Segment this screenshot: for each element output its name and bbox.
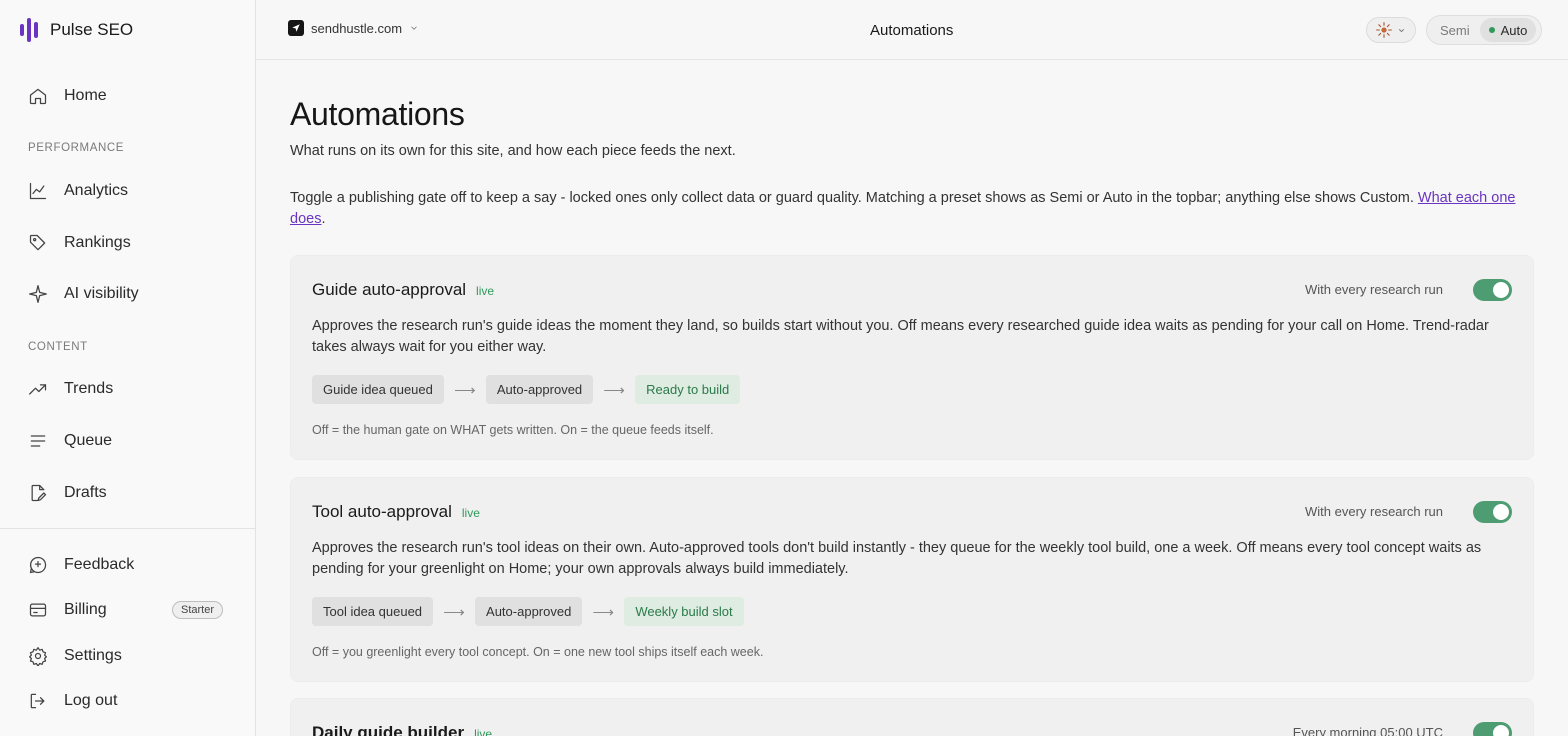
card-description: Approves the research run's guide ideas … [312, 318, 1489, 355]
flow-step: Tool idea queued [312, 597, 434, 626]
section-label-performance: PERFORMANCE [28, 142, 125, 154]
sidebar-item-label: Drafts [64, 484, 107, 501]
card-title: Tool auto-approval live [312, 502, 480, 522]
sidebar-item-settings[interactable]: Settings [28, 642, 122, 670]
sidebar-item-home[interactable]: Home [28, 82, 107, 110]
sidebar-item-label: Log out [64, 692, 118, 709]
card-footnote: Off = you greenlight every tool concept.… [312, 645, 764, 659]
card-schedule: With every research run [1305, 282, 1443, 297]
sidebar-item-label: Trends [64, 380, 114, 397]
mode-option-auto[interactable]: Auto [1479, 18, 1537, 42]
topbar: sendhustle.com Automations Semi Auto [256, 0, 1568, 60]
sidebar-item-billing[interactable]: Billing [28, 596, 107, 624]
flow-steps: Tool idea queued ⟶ Auto-approved ⟶ Weekl… [312, 597, 744, 626]
arrow-right-icon: ⟶ [454, 381, 476, 399]
page-note-text: Toggle a publishing gate off to keep a s… [290, 190, 1418, 206]
flow-step: Auto-approved [475, 597, 583, 626]
sun-icon [1376, 22, 1392, 38]
plan-badge: Starter [172, 601, 224, 619]
page-title: Automations [290, 96, 465, 132]
sidebar-item-label: AI visibility [64, 285, 139, 302]
section-label-content: CONTENT [28, 341, 88, 353]
sidebar-item-label: Rankings [64, 234, 131, 251]
flow-steps: Guide idea queued ⟶ Auto-approved ⟶ Read… [312, 375, 741, 404]
automation-card-daily-guide-builder: Daily guide builder live Every morning 0… [290, 698, 1534, 736]
sidebar-item-drafts[interactable]: Drafts [28, 479, 107, 507]
sidebar-item-analytics[interactable]: Analytics [28, 177, 128, 205]
mode-option-semi[interactable]: Semi [1430, 23, 1480, 38]
page-subtitle: What runs on its own for this site, and … [290, 143, 736, 159]
arrow-right-icon: ⟶ [592, 603, 615, 621]
sidebar-item-logout[interactable]: Log out [28, 687, 117, 715]
mode-option-label: Auto [1500, 22, 1528, 38]
card-description: Approves the research run's tool ideas o… [312, 540, 1482, 577]
card-title-text: Daily guide builder [312, 723, 465, 736]
flow-step-final: Ready to build [635, 375, 741, 404]
card-title-text: Guide auto-approval [312, 280, 467, 299]
trend-up-icon [29, 384, 47, 395]
sidebar-item-label: Settings [64, 647, 122, 664]
list-icon [30, 435, 46, 447]
automation-card-tool-auto-approval: Tool auto-approval live With every resea… [290, 477, 1534, 682]
card-title-text: Tool auto-approval [312, 502, 452, 521]
sidebar-item-label: Feedback [64, 556, 135, 573]
chart-line-icon [29, 182, 47, 200]
card-title: Daily guide builder live [312, 723, 492, 736]
guide-auto-approval-toggle[interactable] [1473, 279, 1512, 301]
sidebar-item-label: Queue [64, 432, 113, 449]
sidebar: Pulse SEO Home PERFORMANCE Analytics Ran… [0, 0, 256, 736]
automation-card-guide-auto-approval: Guide auto-approval live With every rese… [290, 255, 1534, 460]
sidebar-item-label: Analytics [64, 182, 129, 199]
card-icon [29, 603, 47, 617]
flow-step: Guide idea queued [312, 375, 444, 404]
sidebar-item-label: Home [64, 87, 107, 104]
card-title: Guide auto-approval live [312, 280, 494, 300]
sidebar-divider [0, 528, 256, 529]
active-dot-icon [1488, 27, 1495, 33]
sidebar-item-rankings[interactable]: Rankings [28, 229, 131, 257]
gear-icon [29, 647, 47, 666]
arrow-right-icon: ⟶ [443, 603, 465, 621]
sidebar-item-ai-visibility[interactable]: AI visibility [28, 280, 139, 308]
daily-guide-builder-toggle[interactable] [1473, 722, 1512, 736]
flow-step-final: Weekly build slot [624, 597, 744, 626]
tag-icon [29, 234, 46, 251]
topbar-title: Automations [870, 22, 954, 39]
sidebar-item-queue[interactable]: Queue [28, 427, 112, 455]
live-badge: live [476, 284, 495, 298]
feedback-icon [29, 556, 47, 574]
card-schedule: With every research run [1305, 504, 1443, 519]
logo-icon [20, 18, 38, 42]
brand[interactable]: Pulse SEO [20, 16, 133, 44]
app-name: Pulse SEO [50, 20, 134, 39]
chevron-down-icon [411, 26, 417, 30]
sidebar-item-trends[interactable]: Trends [28, 375, 113, 403]
site-favicon-icon [288, 20, 304, 36]
live-badge: live [474, 727, 493, 736]
page-note-end: . [321, 211, 326, 227]
arrow-right-icon: ⟶ [603, 381, 625, 399]
sparkle-icon [29, 285, 47, 303]
draft-icon [31, 484, 47, 502]
page-note: Toggle a publishing gate off to keep a s… [290, 188, 1534, 230]
card-schedule: Every morning 05:00 UTC [1292, 725, 1443, 736]
theme-button[interactable] [1366, 17, 1416, 43]
flow-step: Auto-approved [485, 375, 594, 404]
chevron-down-icon [1398, 28, 1405, 32]
mode-switch: Semi Auto [1426, 15, 1542, 45]
site-switcher[interactable]: sendhustle.com [288, 20, 419, 36]
site-name: sendhustle.com [311, 20, 403, 36]
card-footnote: Off = the human gate on WHAT gets writte… [312, 423, 714, 437]
tool-auto-approval-toggle[interactable] [1473, 501, 1512, 523]
logout-icon [30, 693, 45, 709]
sidebar-item-label: Billing [64, 601, 107, 618]
sidebar-item-feedback[interactable]: Feedback [28, 551, 134, 579]
home-icon [29, 88, 47, 105]
live-badge: live [461, 506, 480, 520]
